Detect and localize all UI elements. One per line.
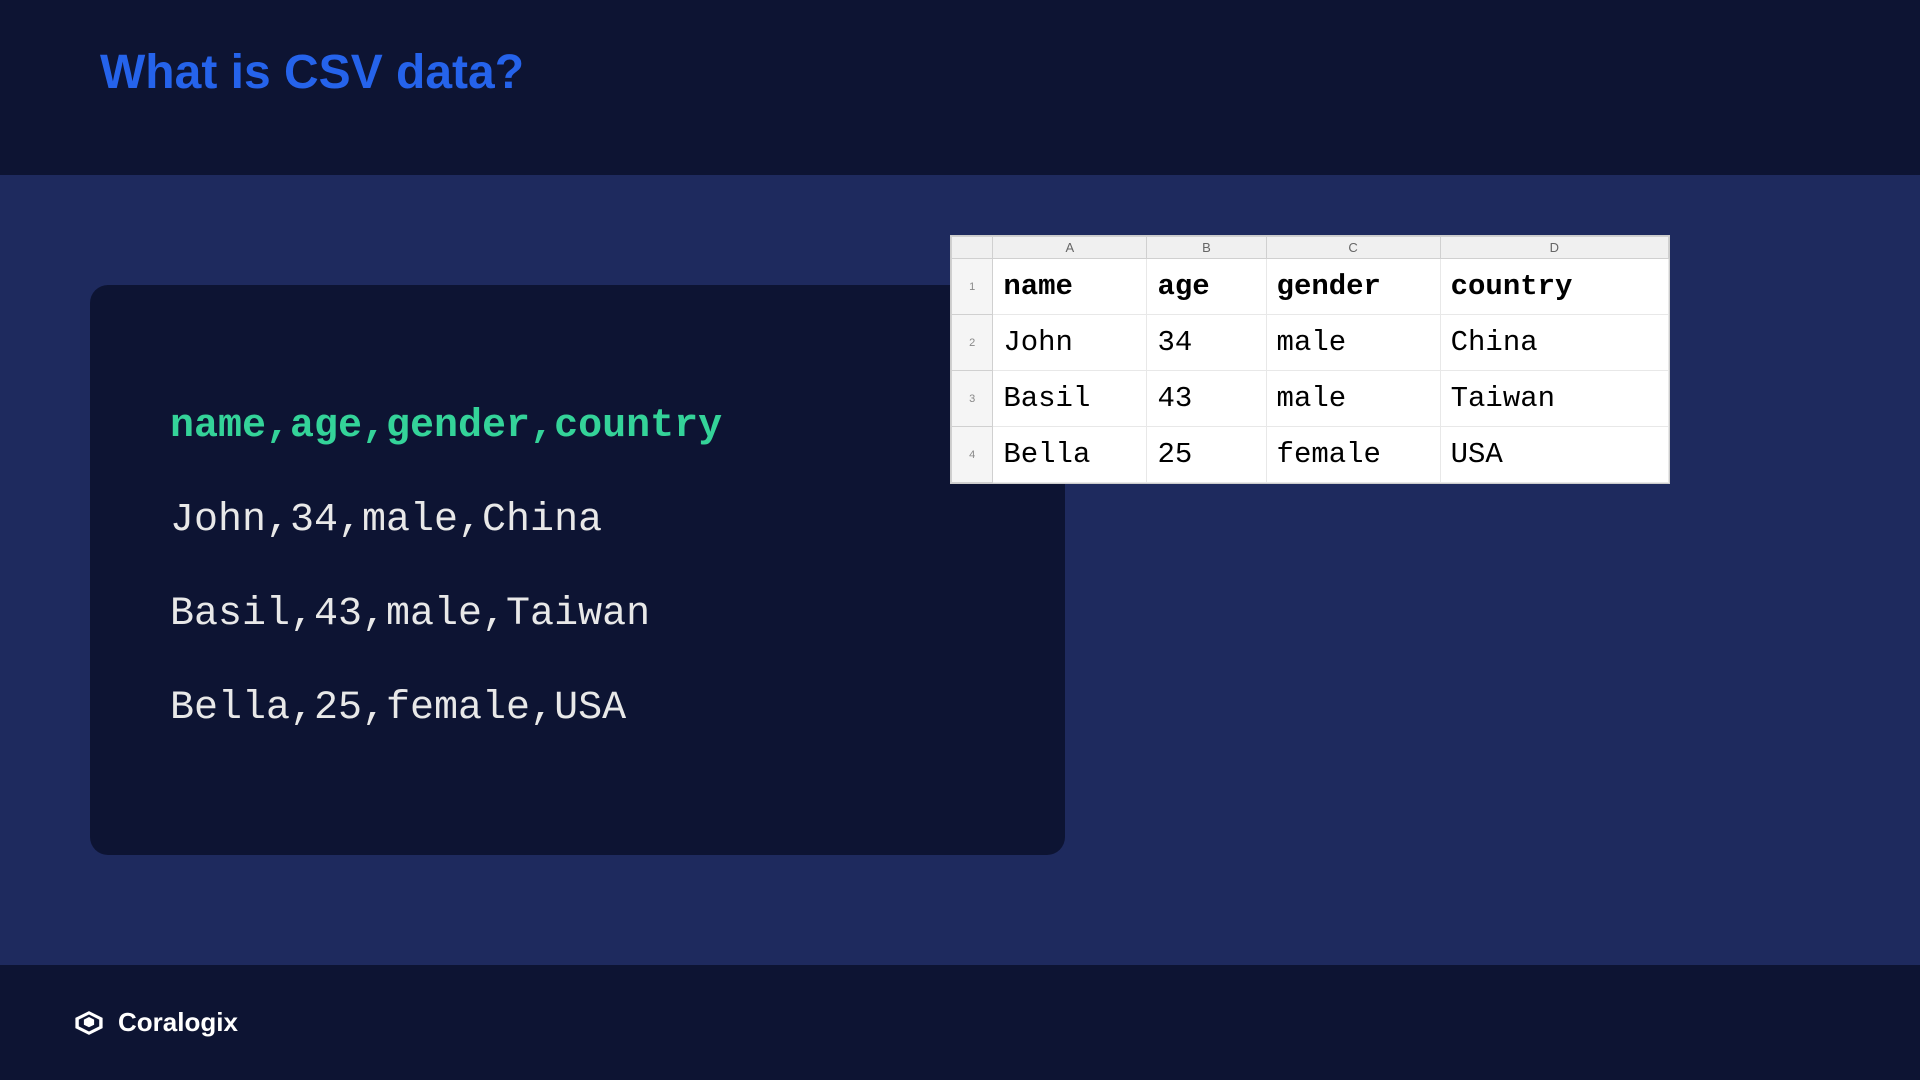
table-row: 3 Basil 43 male Taiwan: [952, 371, 1669, 427]
code-panel: name,age,gender,country John,34,male,Chi…: [90, 285, 1065, 855]
cell: USA: [1440, 427, 1668, 483]
row-number: 2: [952, 315, 993, 371]
csv-row-3: Bella,25,female,USA: [170, 662, 985, 756]
corner-cell: [952, 237, 993, 259]
table-row: 4 Bella 25 female USA: [952, 427, 1669, 483]
cell: John: [993, 315, 1147, 371]
column-header-a: A: [993, 237, 1147, 259]
cell: 43: [1147, 371, 1266, 427]
slide-header: What is CSV data?: [0, 0, 1920, 155]
column-header-b: B: [1147, 237, 1266, 259]
cell: Taiwan: [1440, 371, 1668, 427]
column-header-d: D: [1440, 237, 1668, 259]
table-row: 1 name age gender country: [952, 259, 1669, 315]
cell: male: [1266, 315, 1440, 371]
csv-row-2: Basil,43,male,Taiwan: [170, 568, 985, 662]
csv-row-1: John,34,male,China: [170, 474, 985, 568]
slide-title: What is CSV data?: [100, 45, 1820, 100]
row-number: 3: [952, 371, 993, 427]
brand-logo: Coralogix: [72, 1007, 238, 1038]
row-number: 4: [952, 427, 993, 483]
cell: male: [1266, 371, 1440, 427]
row-number: 1: [952, 259, 993, 315]
cell: name: [993, 259, 1147, 315]
brand-name: Coralogix: [118, 1007, 238, 1038]
slide-footer: Coralogix: [0, 965, 1920, 1080]
cell: Basil: [993, 371, 1147, 427]
cell: country: [1440, 259, 1668, 315]
column-header-row: A B C D: [952, 237, 1669, 259]
coralogix-icon: [72, 1009, 106, 1037]
cell: age: [1147, 259, 1266, 315]
cell: Bella: [993, 427, 1147, 483]
table-row: 2 John 34 male China: [952, 315, 1669, 371]
cell: China: [1440, 315, 1668, 371]
cell: gender: [1266, 259, 1440, 315]
cell: 34: [1147, 315, 1266, 371]
column-header-c: C: [1266, 237, 1440, 259]
cell: female: [1266, 427, 1440, 483]
cell: 25: [1147, 427, 1266, 483]
csv-header-line: name,age,gender,country: [170, 380, 985, 474]
spreadsheet-view: A B C D 1 name age gender country 2 John…: [950, 235, 1670, 484]
content-area: name,age,gender,country John,34,male,Chi…: [0, 175, 1920, 965]
